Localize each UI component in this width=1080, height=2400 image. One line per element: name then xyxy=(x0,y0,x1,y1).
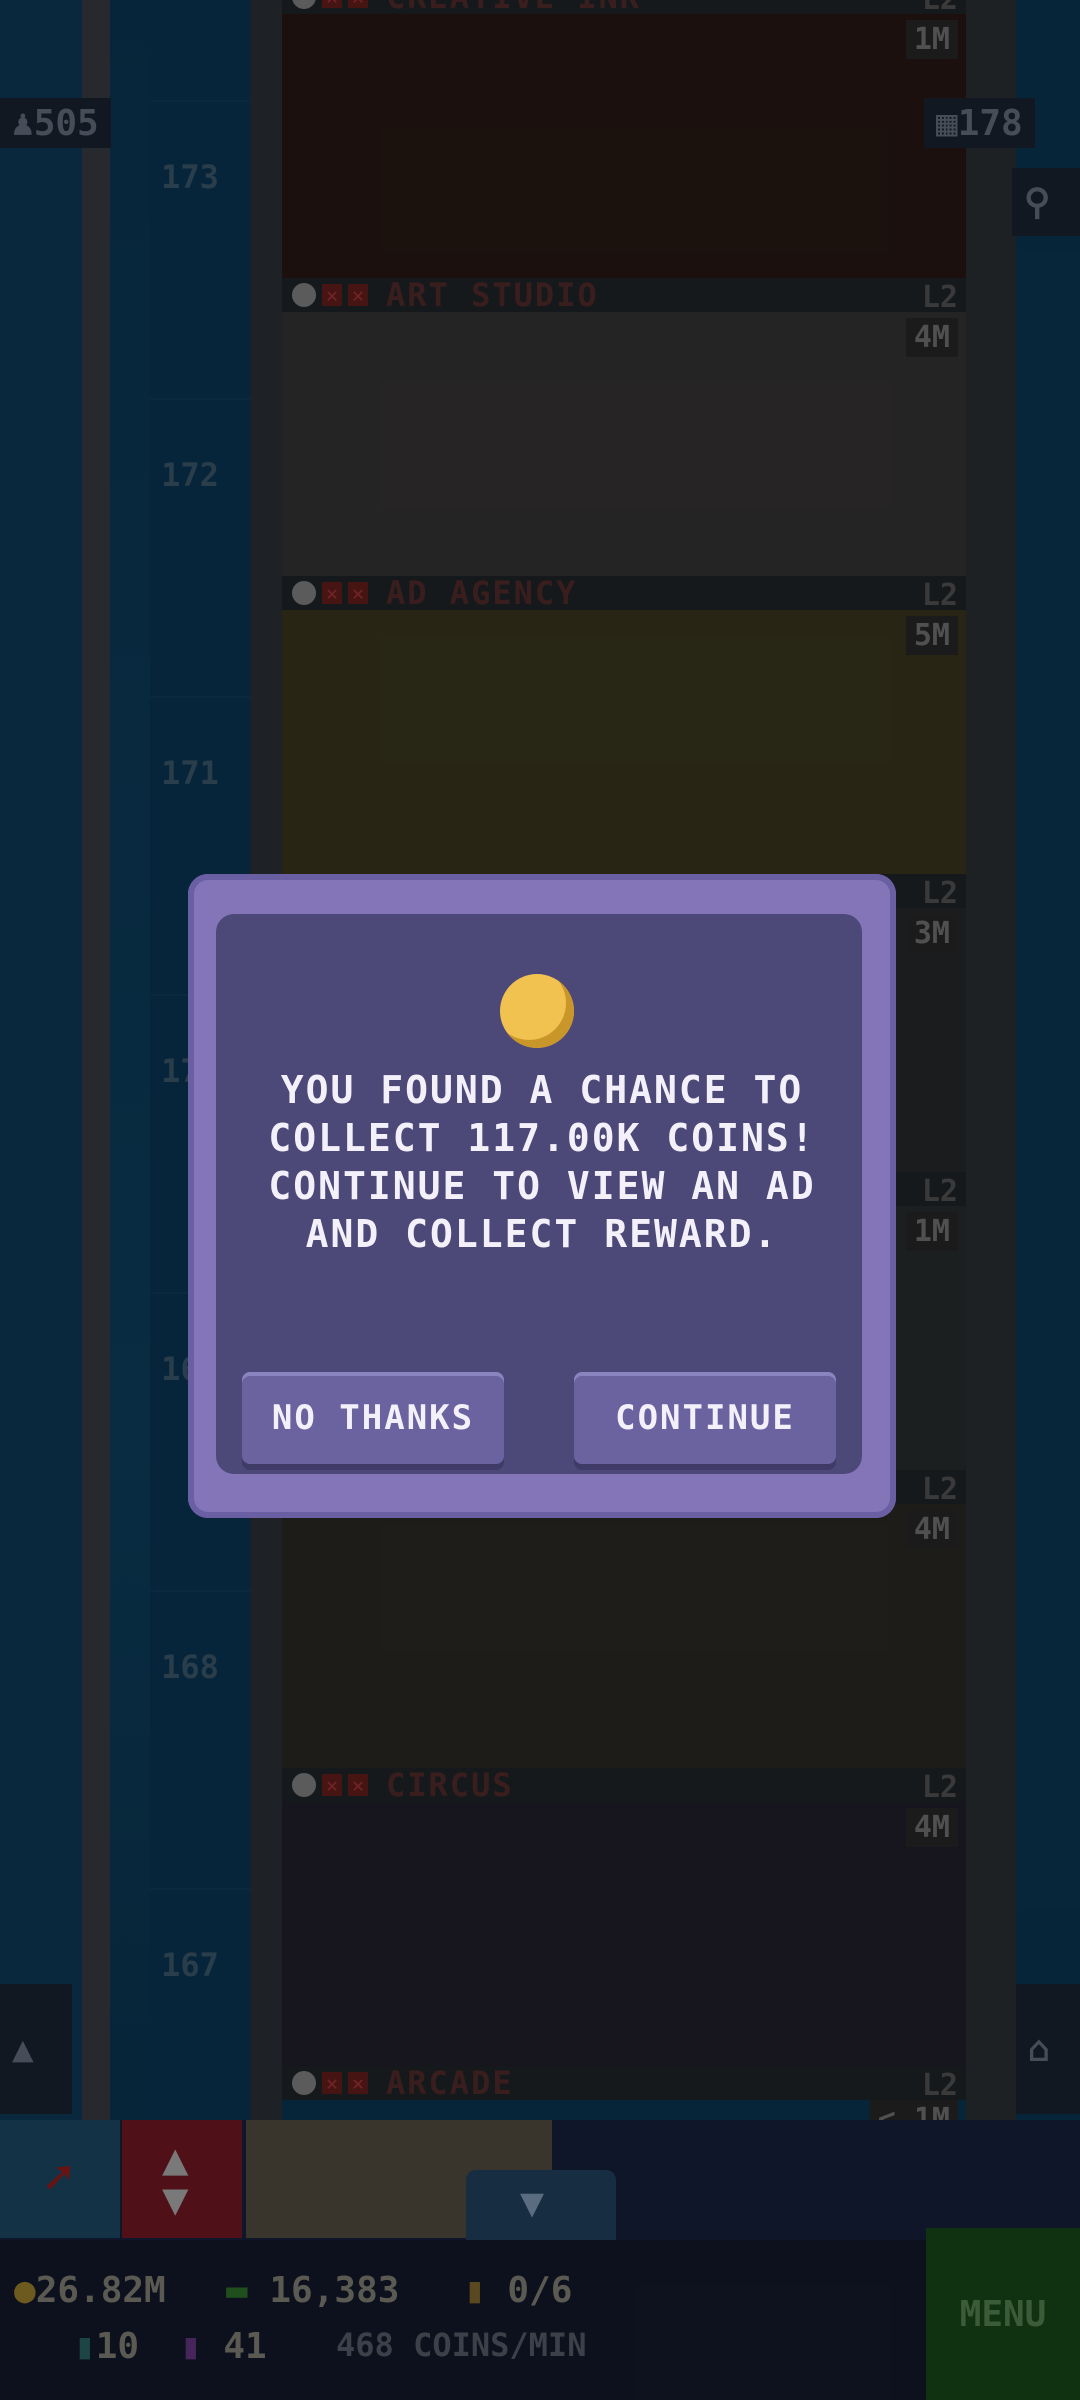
no-thanks-button[interactable]: NO THANKS xyxy=(242,1372,504,1464)
dialog-message: YOU FOUND A CHANCE TO COLLECT 117.00K CO… xyxy=(268,1068,816,1256)
coin-icon xyxy=(500,974,574,1048)
reward-dialog: YOU FOUND A CHANCE TO COLLECT 117.00K CO… xyxy=(188,874,896,1518)
continue-button[interactable]: CONTINUE xyxy=(574,1372,836,1464)
